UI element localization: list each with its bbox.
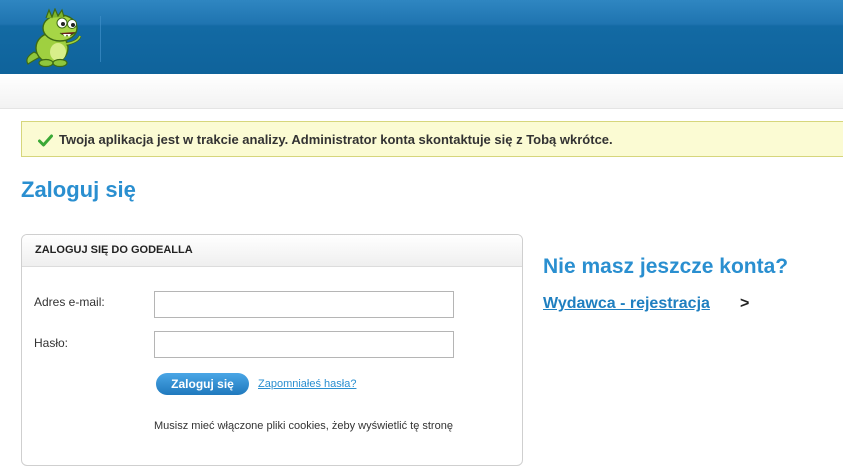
top-header xyxy=(0,0,843,74)
login-button[interactable]: Zaloguj się xyxy=(156,373,249,395)
sub-navigation-bar xyxy=(0,74,843,109)
password-field[interactable] xyxy=(154,331,454,358)
notice-message: Twoja aplikacja jest w trakcie analizy. … xyxy=(59,132,613,147)
dinosaur-logo-icon[interactable] xyxy=(20,8,90,68)
arrow-right-icon: > xyxy=(740,295,750,312)
login-panel: ZALOGUJ SIĘ DO GODEALLA Adres e-mail: Ha… xyxy=(21,234,523,466)
cookie-notice: Musisz mieć włączone pliki cookies, żeby… xyxy=(154,420,453,432)
header-divider xyxy=(100,16,101,62)
forgot-password-link[interactable]: Zapomniałeś hasła? xyxy=(258,378,356,390)
email-field[interactable] xyxy=(154,291,454,318)
login-panel-heading: ZALOGUJ SIĘ DO GODEALLA xyxy=(22,235,522,267)
email-label: Adres e-mail: xyxy=(34,295,105,309)
checkmark-icon xyxy=(38,134,53,147)
signup-heading: Nie masz jeszcze konta? xyxy=(543,255,789,278)
status-notice: Twoja aplikacja jest w trakcie analizy. … xyxy=(21,121,843,157)
page-title: Zaloguj się xyxy=(21,177,136,202)
publisher-signup-link[interactable]: Wydawca - rejestracja xyxy=(543,295,710,313)
password-label: Hasło: xyxy=(34,336,69,350)
